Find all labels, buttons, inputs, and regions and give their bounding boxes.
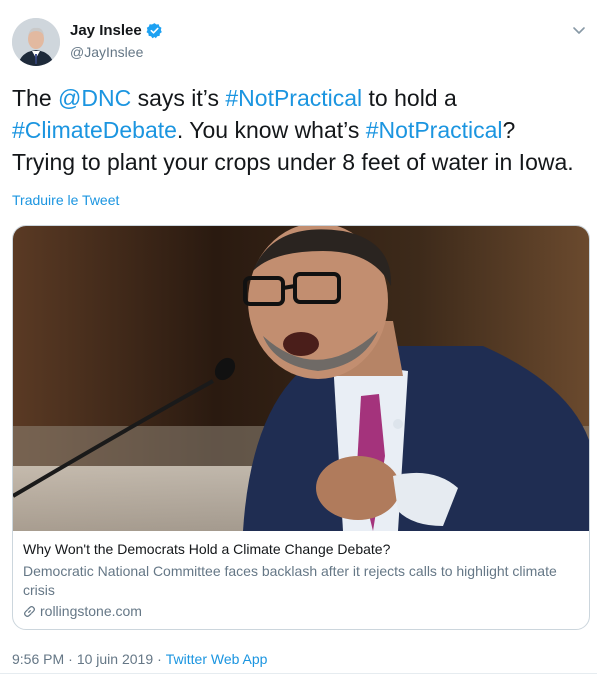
meta-separator: · (157, 651, 162, 667)
verified-badge-icon (146, 23, 162, 39)
author-name-row[interactable]: Jay Inslee (70, 22, 163, 39)
tweet-source-app[interactable]: Twitter Web App (166, 651, 268, 667)
link-icon (24, 605, 35, 617)
tweet-text-segment: The (12, 85, 59, 111)
hashtag-link[interactable]: #ClimateDebate (12, 117, 177, 143)
translate-tweet-link[interactable]: Traduire le Tweet (12, 192, 119, 208)
card-domain: rollingstone.com (23, 603, 579, 619)
tweet-time[interactable]: 9:56 PM (12, 651, 64, 667)
card-domain-text: rollingstone.com (40, 603, 142, 619)
tweet-text-segment: says it’s (131, 85, 226, 111)
card-image (13, 226, 589, 531)
tweet-text-segment: to hold a (362, 85, 457, 111)
chevron-down-icon[interactable] (571, 22, 587, 38)
card-title: Why Won't the Democrats Hold a Climate C… (23, 541, 391, 557)
card-body: Why Won't the Democrats Hold a Climate C… (23, 540, 579, 619)
card-description: Democratic National Committee faces back… (23, 563, 557, 598)
meta-separator: · (68, 651, 73, 667)
avatar[interactable] (12, 18, 60, 66)
link-card[interactable]: Why Won't the Democrats Hold a Climate C… (12, 225, 590, 630)
author-handle[interactable]: @JayInslee (70, 44, 143, 60)
hashtag-link[interactable]: #NotPractical (366, 117, 503, 143)
tweet-text: The @DNC says it’s #NotPractical to hold… (12, 82, 584, 178)
tweet-date[interactable]: 10 juin 2019 (77, 651, 153, 667)
author-name[interactable]: Jay Inslee (70, 22, 142, 39)
tweet-text-segment: . You know what’s (176, 117, 366, 143)
user-avatar-icon (12, 18, 60, 66)
hashtag-link[interactable]: #NotPractical (225, 85, 362, 111)
tweet-meta: 9:56 PM · 10 juin 2019 · Twitter Web App (12, 651, 267, 667)
mention-link[interactable]: @DNC (58, 85, 131, 111)
